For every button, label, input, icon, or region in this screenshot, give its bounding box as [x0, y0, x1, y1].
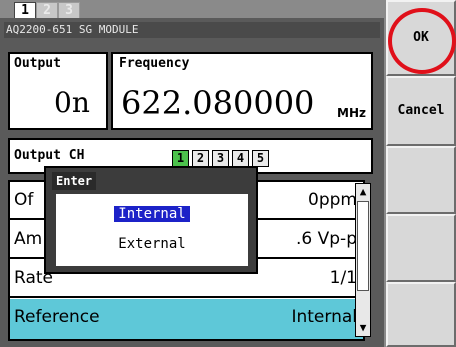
list-item-value: 1/1 [329, 268, 357, 288]
enter-popup: Enter Internal External [44, 166, 258, 274]
tab-3[interactable]: 3 [58, 2, 80, 19]
channel-3-button[interactable]: 3 [212, 150, 229, 167]
list-item-reference[interactable]: Reference Internal [10, 299, 363, 339]
channel-4-button[interactable]: 4 [232, 150, 249, 167]
channel-5-button[interactable]: 5 [252, 150, 269, 167]
list-item-value: .6 Vp-p [296, 229, 357, 249]
channel-1-button[interactable]: 1 [172, 150, 189, 167]
frequency-label: Frequency [119, 56, 190, 71]
option-internal[interactable]: Internal [56, 206, 248, 222]
softkey-5[interactable] [386, 282, 456, 347]
option-external[interactable]: External [56, 236, 248, 252]
output-channel-label: Output CH [14, 148, 85, 163]
channel-2-button[interactable]: 2 [192, 150, 209, 167]
popup-options: Internal External [56, 194, 248, 266]
list-item-label: Reference [14, 307, 100, 327]
list-item-value: 0ppm [308, 190, 357, 210]
output-value: 0n [54, 86, 90, 119]
scroll-down-icon[interactable]: ▼ [357, 321, 369, 335]
ok-highlight-ring [388, 8, 456, 74]
list-item-label: Am [14, 229, 43, 249]
list-scrollbar[interactable]: ▲ ▼ [355, 183, 371, 337]
module-title: AQ2200-651 SG MODULE [4, 22, 380, 38]
frequency-value: 622.080000 [121, 84, 315, 122]
scroll-up-icon[interactable]: ▲ [357, 185, 369, 199]
tab-1[interactable]: 1 [14, 2, 36, 19]
tab-2[interactable]: 2 [36, 2, 58, 19]
output-label: Output [14, 56, 61, 71]
page-tabs: 1 2 3 [14, 2, 114, 19]
frequency-unit: MHz [337, 106, 366, 120]
list-item-value: Internal [291, 307, 357, 327]
softkey-3[interactable] [386, 146, 456, 214]
scroll-thumb[interactable] [357, 201, 369, 291]
softkey-4[interactable] [386, 214, 456, 282]
cancel-button[interactable]: Cancel [386, 76, 456, 146]
list-item-label: Of [14, 190, 34, 210]
frequency-field[interactable]: Frequency 622.080000 MHz [111, 52, 373, 130]
popup-title: Enter [52, 172, 96, 190]
output-field[interactable]: Output 0n [8, 52, 108, 130]
